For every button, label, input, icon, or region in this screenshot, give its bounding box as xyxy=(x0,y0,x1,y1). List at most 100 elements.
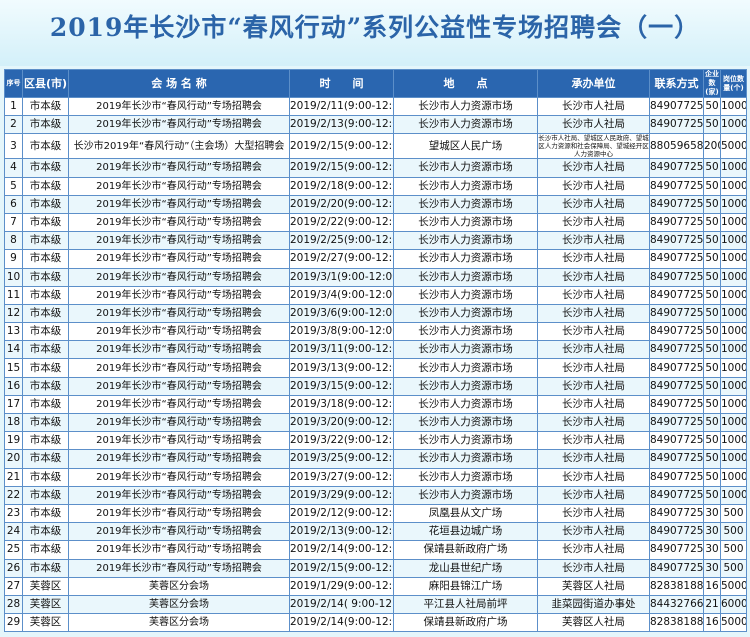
cell-location: 保靖县新政府广场 xyxy=(393,540,538,560)
cell-contact: 84907725 xyxy=(649,358,704,378)
cell-venue-name: 2019年长沙市“春风行动”专场招聘会 xyxy=(68,412,290,433)
cell-time: 2019/2/13(9:00-12:00) xyxy=(289,522,394,542)
cell-index: 1 xyxy=(4,96,23,117)
cell-contact: 84907725 xyxy=(649,194,704,214)
cell-index: 21 xyxy=(4,467,23,487)
cell-venue-name: 2019年长沙市“春风行动”专场招聘会 xyxy=(68,176,290,196)
cell-contact: 84907725 xyxy=(649,376,704,396)
cell-district: 市本级 xyxy=(22,212,69,233)
table-row: 23 市本级 2019年长沙市“春风行动”专场招聘会 2019/2/12(9:00-1… xyxy=(4,503,747,524)
cell-company-count: 50 xyxy=(703,96,721,117)
cell-venue-name: 2019年长沙市“春风行动”专场招聘会 xyxy=(68,158,290,178)
cell-position-count: 1000 xyxy=(720,394,747,415)
cell-position-count: 1000 xyxy=(720,358,747,378)
cell-organizer: 长沙市人社局 xyxy=(537,158,650,178)
cell-company-count: 50 xyxy=(703,467,721,487)
cell-venue-name: 2019年长沙市“春风行动”专场招聘会 xyxy=(68,340,290,360)
cell-contact: 84907725 xyxy=(649,540,704,560)
cell-location: 长沙市人力资源市场 xyxy=(393,485,538,505)
cell-location: 望城区人民广场 xyxy=(393,133,538,160)
table-row: 2 市本级 2019年长沙市“春风行动”专场招聘会 2019/2/13(9:00-12… xyxy=(4,115,747,135)
cell-venue-name: 2019年长沙市“春风行动”专场招聘会 xyxy=(68,358,290,378)
cell-organizer: 长沙市人社局 xyxy=(537,412,650,433)
cell-contact: 84907725 xyxy=(649,431,704,451)
cell-organizer: 长沙市人社局 xyxy=(537,394,650,415)
cell-contact: 84907725 xyxy=(649,212,704,233)
cell-company-count: 30 xyxy=(703,558,721,578)
cell-venue-name: 2019年长沙市“春风行动”专场招聘会 xyxy=(68,267,290,287)
cell-organizer: 长沙市人社局 xyxy=(537,115,650,135)
cell-company-count: 50 xyxy=(703,231,721,251)
table-row: 17 市本级 2019年长沙市“春风行动”专场招聘会 2019/3/18(9:00-1… xyxy=(4,394,747,415)
cell-company-count: 50 xyxy=(703,212,721,233)
cell-venue-name: 2019年长沙市“春风行动”专场招聘会 xyxy=(68,467,290,487)
cell-location: 长沙市人力资源市场 xyxy=(393,412,538,433)
cell-company-count: 30 xyxy=(703,540,721,560)
cell-company-count: 50 xyxy=(703,485,721,505)
table-row: 9 市本级 2019年长沙市“春风行动”专场招聘会 2019/2/27(9:00-12… xyxy=(4,249,747,269)
cell-district: 市本级 xyxy=(22,376,69,396)
table-row: 16 市本级 2019年长沙市“春风行动”专场招聘会 2019/3/15(9:00-1… xyxy=(4,376,747,396)
cell-index: 25 xyxy=(4,540,23,560)
cell-position-count: 500 xyxy=(720,540,747,560)
cell-location: 麻阳县锦江广场 xyxy=(393,576,538,596)
cell-location: 花垣县边城广场 xyxy=(393,522,538,542)
cell-time: 2019/3/8(9:00-12:00) xyxy=(289,322,394,342)
cell-company-count: 50 xyxy=(703,176,721,196)
cell-venue-name: 长沙市2019年“春风行动”（主会场）大型招聘会 xyxy=(68,133,290,160)
cell-location: 长沙市人力资源市场 xyxy=(393,376,538,396)
cell-index: 2 xyxy=(4,115,23,135)
header-position-count: 岗位数量(个) xyxy=(720,69,747,98)
table-header-row: 序号 区县(市) 会 场 名 称 时 间 地 点 承办单位 联系方式 企业数(家… xyxy=(4,69,747,98)
table-row: 29芙蓉区芙蓉区分会场2019/2/14(9:00-12:00)保靖县新政府广场… xyxy=(4,613,747,633)
cell-district: 芙蓉区 xyxy=(22,613,69,633)
cell-venue-name: 2019年长沙市“春风行动”专场招聘会 xyxy=(68,285,290,305)
table-row: 10 市本级 2019年长沙市“春风行动”专场招聘会 2019/3/1(9:00-12… xyxy=(4,267,747,287)
cell-company-count: 50 xyxy=(703,394,721,415)
cell-location: 长沙市人力资源市场 xyxy=(393,231,538,251)
cell-company-count: 50 xyxy=(703,376,721,396)
cell-index: 13 xyxy=(4,322,23,342)
table-row: 5 市本级 2019年长沙市“春风行动”专场招聘会 2019/2/18(9:00-12… xyxy=(4,176,747,196)
cell-time: 2019/2/12(9:00-12:00) xyxy=(289,503,394,524)
cell-organizer: 长沙市人社局 xyxy=(537,485,650,505)
table-row: 22 市本级 2019年长沙市“春风行动”专场招聘会 2019/3/29(9:00-1… xyxy=(4,485,747,505)
cell-location: 长沙市人力资源市场 xyxy=(393,394,538,415)
cell-location: 长沙市人力资源市场 xyxy=(393,267,538,287)
cell-company-count: 50 xyxy=(703,431,721,451)
cell-company-count: 50 xyxy=(703,267,721,287)
cell-organizer: 芙蓉区人社局 xyxy=(537,576,650,596)
table-row: 19 市本级 2019年长沙市“春风行动”专场招聘会 2019/3/22(9:00-1… xyxy=(4,431,747,451)
cell-position-count: 1000 xyxy=(720,176,747,196)
cell-venue-name: 2019年长沙市“春风行动”专场招聘会 xyxy=(68,322,290,342)
cell-time: 2019/3/27(9:00-12:00) xyxy=(289,467,394,487)
cell-location: 长沙市人力资源市场 xyxy=(393,158,538,178)
cell-index: 4 xyxy=(4,158,23,178)
cell-index: 9 xyxy=(4,249,23,269)
cell-contact: 84907725 xyxy=(649,303,704,324)
cell-time: 2019/3/11(9:00-12:00) xyxy=(289,340,394,360)
cell-contact: 84907725 xyxy=(649,249,704,269)
cell-time: 2019/3/29(9:00-12:00) xyxy=(289,485,394,505)
cell-venue-name: 2019年长沙市“春风行动”专场招聘会 xyxy=(68,231,290,251)
cell-location: 龙山县世纪广场 xyxy=(393,558,538,578)
cell-contact: 84907725 xyxy=(649,467,704,487)
cell-district: 市本级 xyxy=(22,303,69,324)
cell-company-count: 30 xyxy=(703,503,721,524)
table-row: 28芙蓉区芙蓉区分会场2019/2/14( 9:00-12:00)平江县人社局前… xyxy=(4,594,747,615)
cell-district: 市本级 xyxy=(22,503,69,524)
cell-index: 26 xyxy=(4,558,23,578)
cell-contact: 84907725 xyxy=(649,485,704,505)
cell-time: 2019/3/25(9:00-12:00) xyxy=(289,449,394,469)
cell-company-count: 50 xyxy=(703,194,721,214)
cell-organizer: 长沙市人社局 xyxy=(537,376,650,396)
cell-location: 长沙市人力资源市场 xyxy=(393,176,538,196)
cell-position-count: 1000 xyxy=(720,231,747,251)
cell-position-count: 500 xyxy=(720,558,747,578)
table-row: 25 市本级 2019年长沙市“春风行动”专场招聘会 2019/2/14(9:00-1… xyxy=(4,540,747,560)
cell-position-count: 5000 xyxy=(720,133,747,160)
cell-position-count: 1000 xyxy=(720,322,747,342)
cell-index: 27 xyxy=(4,576,23,596)
cell-organizer: 芙蓉区人社局 xyxy=(537,613,650,633)
cell-position-count: 1000 xyxy=(720,485,747,505)
